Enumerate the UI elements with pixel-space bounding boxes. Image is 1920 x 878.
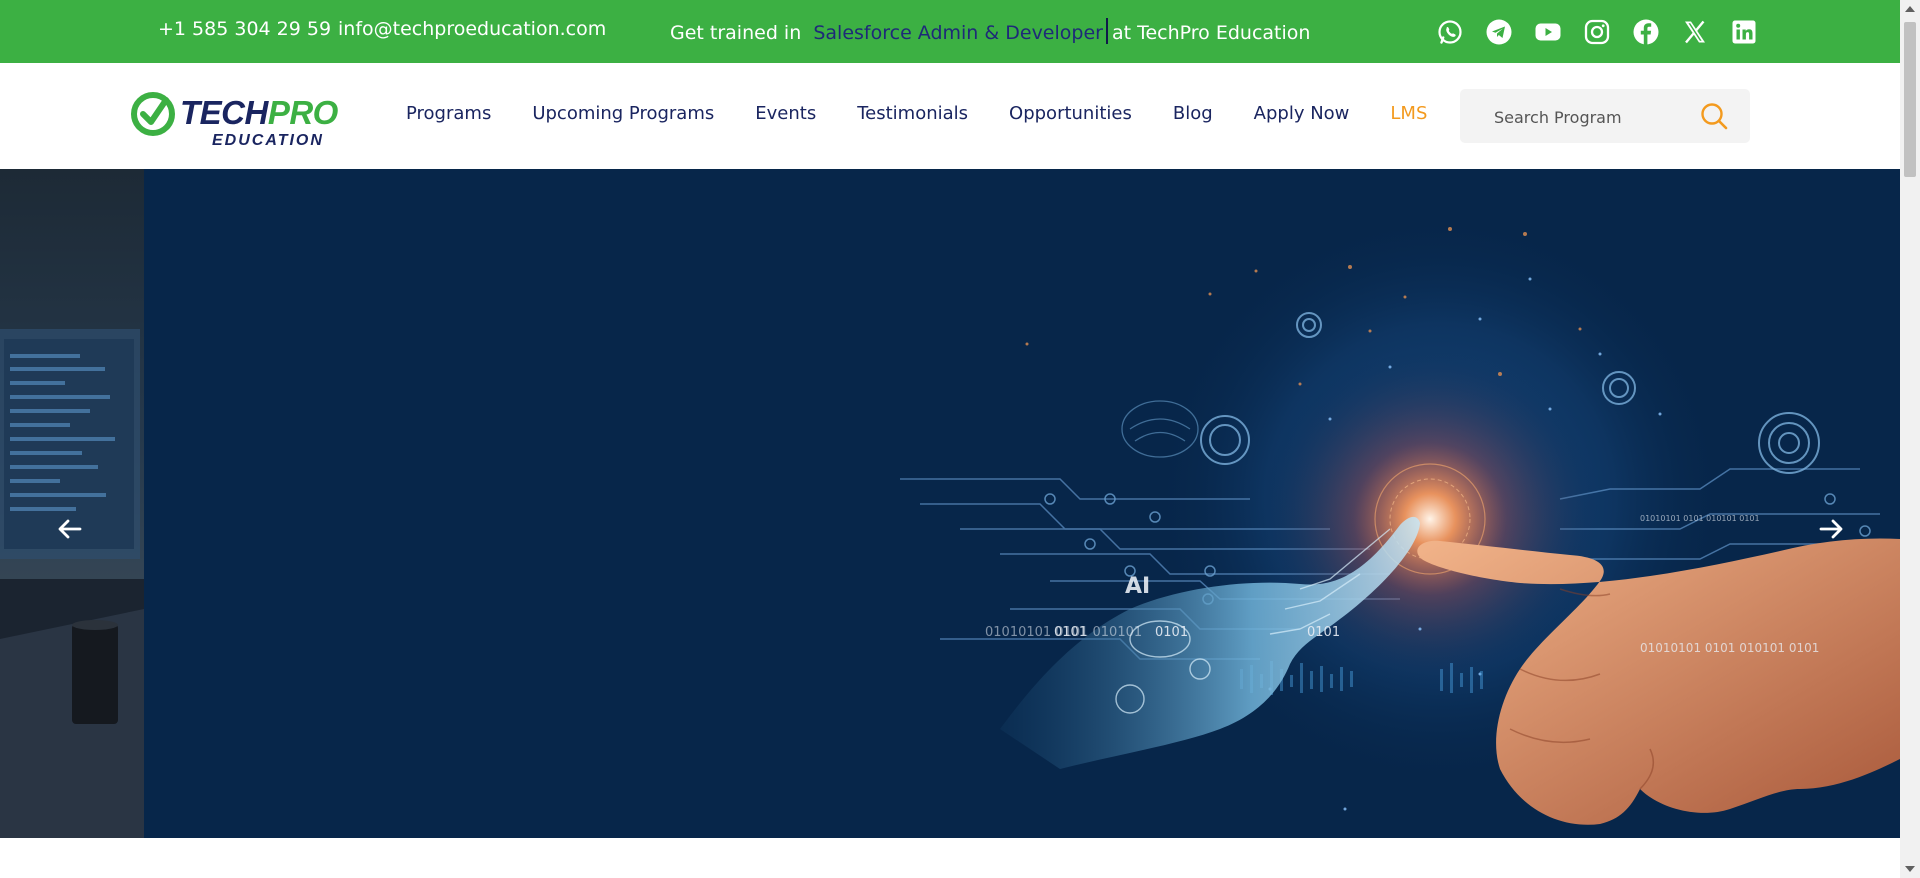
nav-item-lms[interactable]: LMS — [1390, 103, 1427, 124]
hero-binary-text-2: 0101 — [1054, 625, 1087, 640]
x-icon[interactable] — [1681, 18, 1709, 46]
svg-text:TECHPRO: TECHPRO — [180, 94, 339, 131]
site-header: TECHPRO EDUCATION Programs Upcoming Prog… — [0, 63, 1900, 169]
hero-image: AI 01010101 0101 010101 0101 0101 0101 0… — [144, 169, 1900, 838]
nav-item-testimonials[interactable]: Testimonials — [857, 103, 968, 124]
search-input[interactable] — [1492, 103, 1696, 131]
slider-prev-arrow[interactable] — [55, 514, 85, 544]
page-scrollbar[interactable] — [1900, 0, 1920, 878]
nav-item-events[interactable]: Events — [755, 103, 816, 124]
logo-brand-tech: TECH — [180, 94, 270, 131]
facebook-icon[interactable] — [1632, 18, 1660, 46]
whatsapp-icon[interactable] — [1436, 18, 1464, 46]
search-box — [1460, 89, 1750, 143]
instagram-icon[interactable] — [1583, 18, 1611, 46]
nav-item-programs[interactable]: Programs — [406, 103, 491, 124]
logo-brand-pro: PRO — [268, 94, 339, 131]
hero-binary-text-6: 01010101 0101 010101 0101 — [1640, 514, 1760, 523]
email-link[interactable]: info@techproeducation.com — [338, 18, 606, 40]
nav-item-opportunities[interactable]: Opportunities — [1009, 103, 1132, 124]
promo-highlight: Salesforce Admin & Developer — [813, 22, 1103, 44]
hero-binary-text-3: 0101 — [1155, 625, 1188, 640]
telegram-icon[interactable] — [1485, 18, 1513, 46]
nav-item-apply-now[interactable]: Apply Now — [1254, 103, 1350, 124]
promo-prefix: Get trained in — [670, 22, 802, 44]
social-links — [1436, 18, 1758, 46]
slider-next-arrow[interactable] — [1816, 514, 1846, 544]
youtube-icon[interactable] — [1534, 18, 1562, 46]
main-nav: Programs Upcoming Programs Events Testim… — [406, 103, 1427, 124]
top-bar: +1 585 304 29 59 info@techproeducation.c… — [0, 0, 1900, 63]
nav-item-upcoming-programs[interactable]: Upcoming Programs — [532, 103, 714, 124]
nav-item-blog[interactable]: Blog — [1173, 103, 1213, 124]
hero-ai-text: AI — [1125, 574, 1150, 599]
promo-suffix: at TechPro Education — [1111, 22, 1311, 44]
hero-slider: AI 01010101 0101 010101 0101 0101 0101 0… — [0, 169, 1900, 838]
logo-sub: EDUCATION — [212, 132, 324, 148]
linkedin-icon[interactable] — [1730, 18, 1758, 46]
scroll-down-arrow-icon[interactable] — [1905, 866, 1915, 872]
typing-caret — [1105, 18, 1108, 44]
scrollbar-thumb[interactable] — [1904, 22, 1916, 177]
hero-binary-text-4: 0101 — [1307, 625, 1340, 640]
scroll-up-arrow-icon[interactable] — [1905, 6, 1915, 12]
hero-binary-text-5: 01010101 0101 010101 0101 — [1640, 641, 1819, 655]
promo-text: Get trained in Salesforce Admin & Develo… — [670, 18, 1310, 44]
phone-link[interactable]: +1 585 304 29 59 — [158, 18, 331, 40]
techpro-logo[interactable]: TECHPRO EDUCATION — [130, 88, 365, 148]
search-icon[interactable] — [1700, 102, 1728, 130]
